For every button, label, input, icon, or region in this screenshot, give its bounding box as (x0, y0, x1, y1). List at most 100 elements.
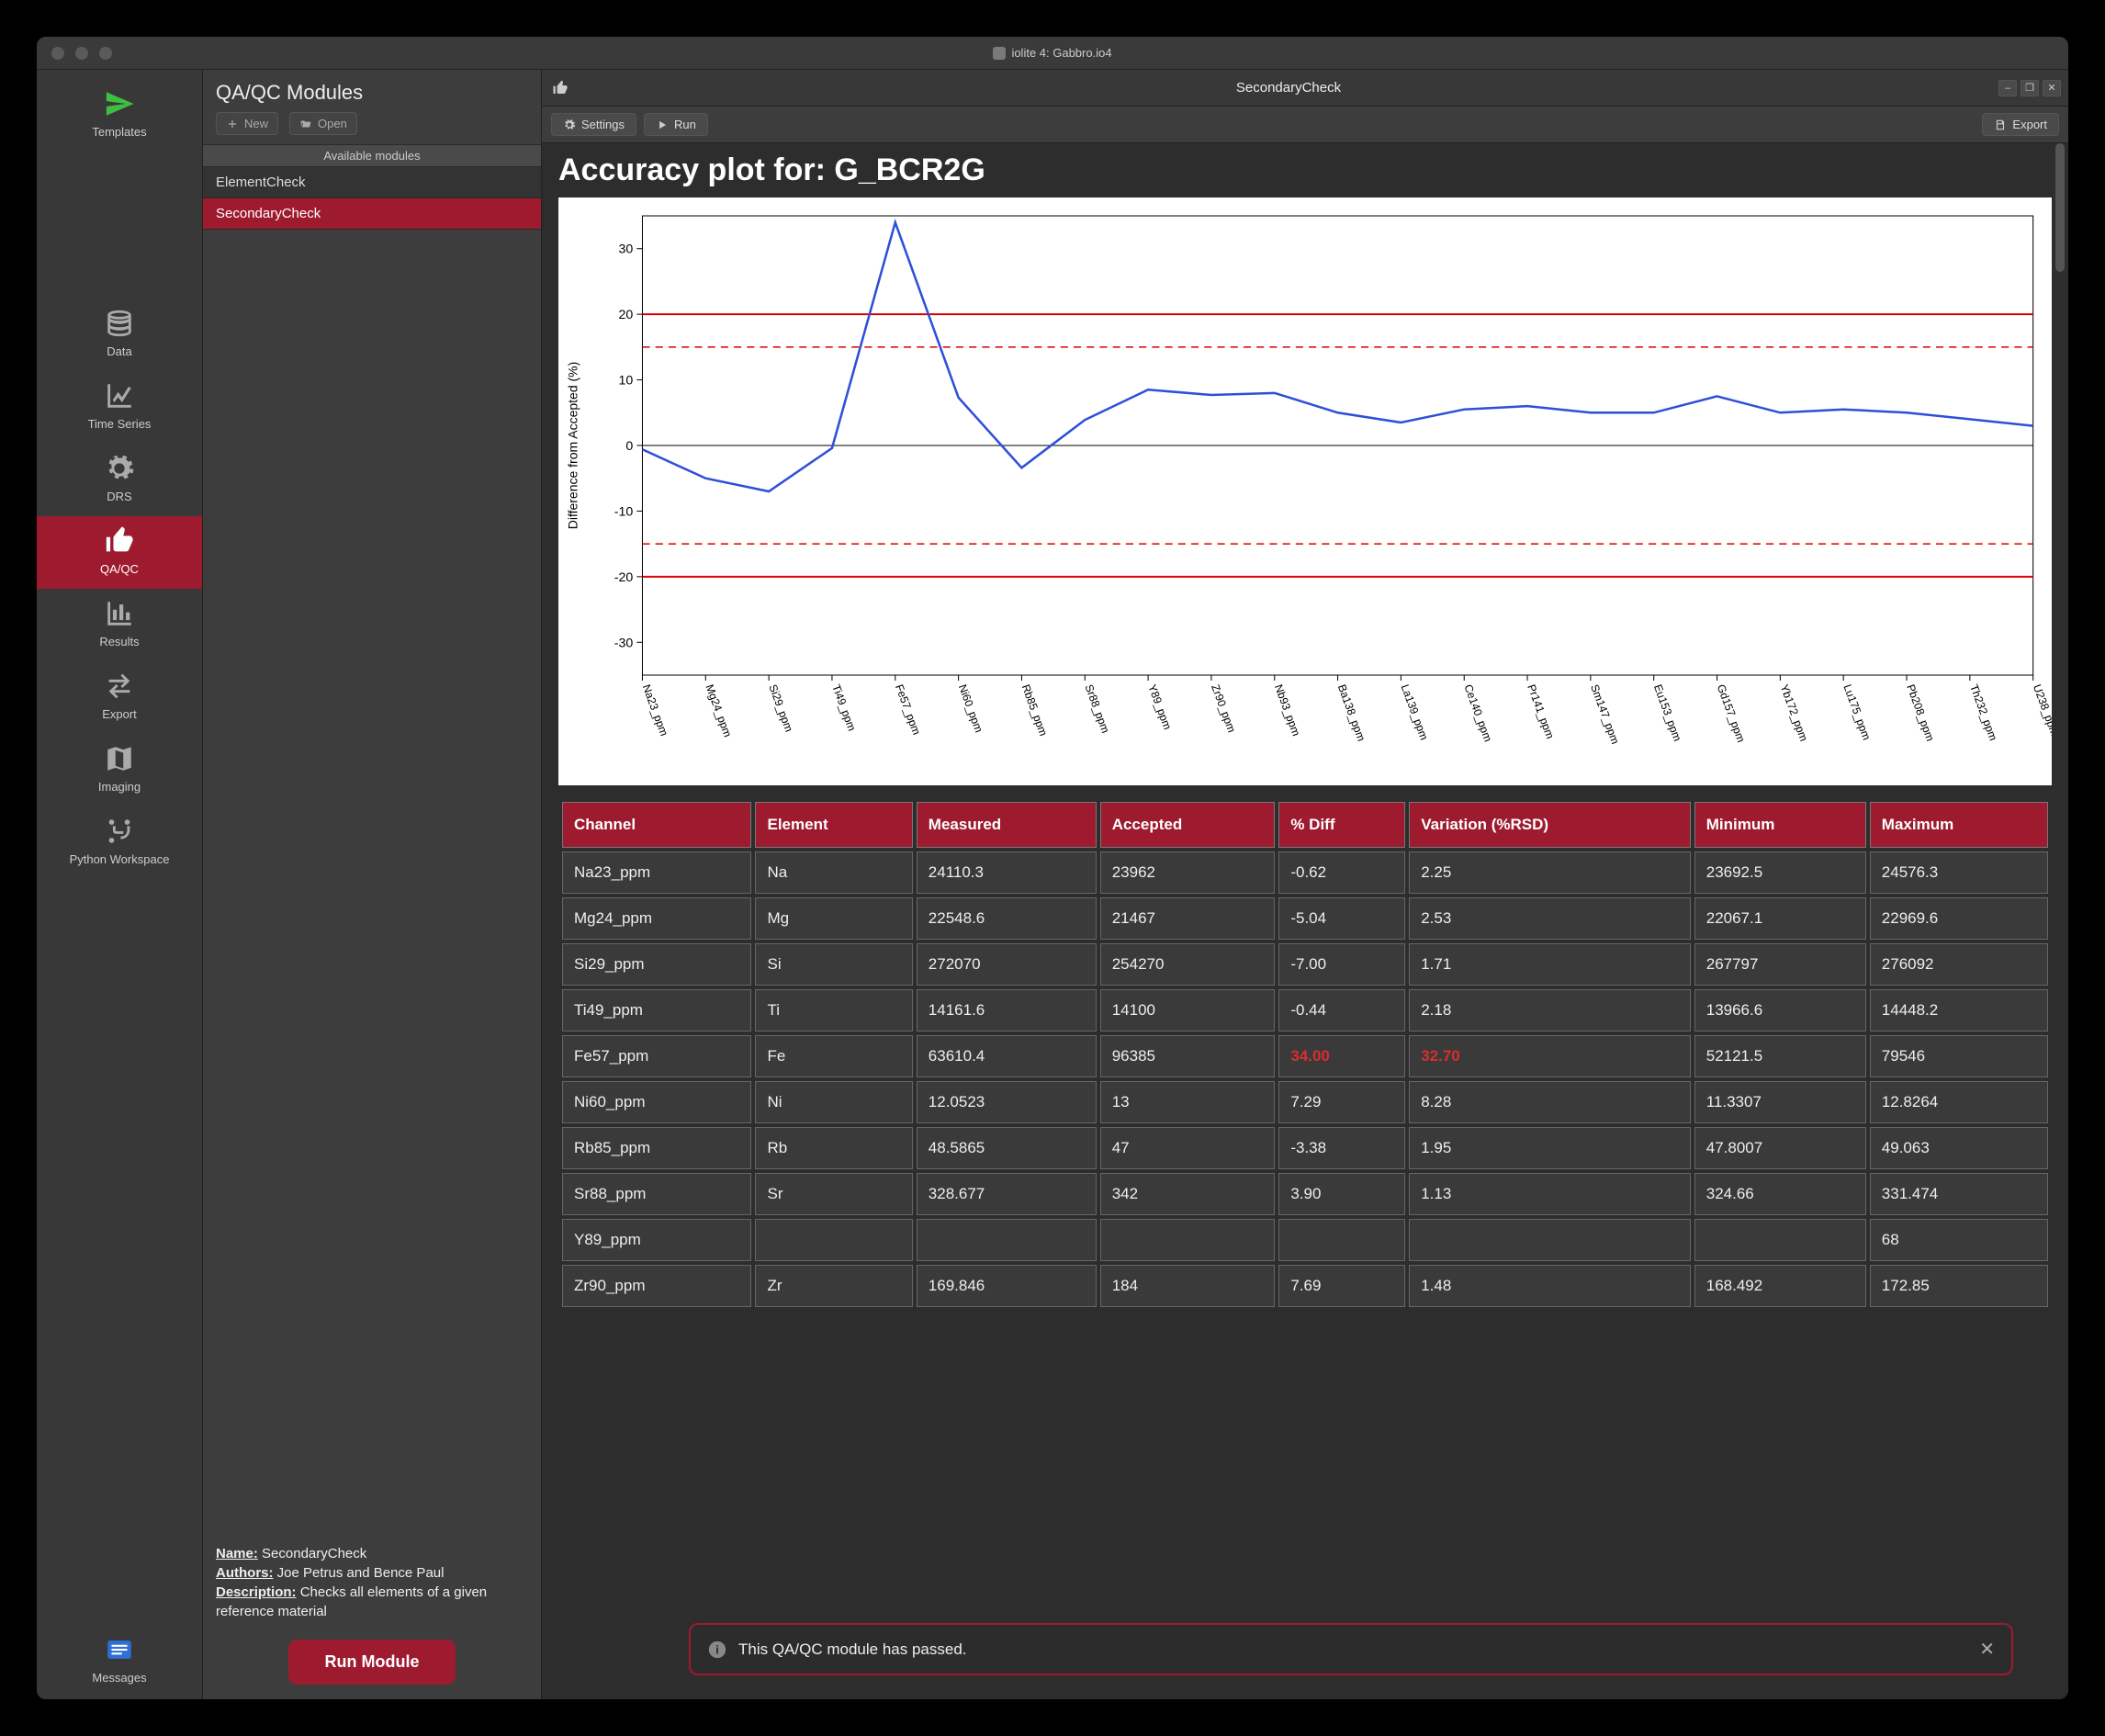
table-cell: 14100 (1100, 989, 1276, 1031)
svg-text:Nb93_ppm: Nb93_ppm (1272, 682, 1303, 738)
table-cell: 2.18 (1409, 989, 1691, 1031)
scrollbar[interactable] (2055, 143, 2065, 272)
table-header: Accepted (1100, 802, 1276, 848)
table-row[interactable]: Si29_ppmSi272070254270-7.001.71267797276… (562, 943, 2048, 986)
table-cell: 267797 (1694, 943, 1866, 986)
maximize-window-icon[interactable] (99, 47, 112, 60)
table-header: Measured (917, 802, 1097, 848)
table-cell: Mg24_ppm (562, 897, 751, 940)
svg-text:Sr88_ppm: Sr88_ppm (1082, 682, 1111, 735)
button-label: Run (674, 118, 696, 131)
table-cell (1409, 1219, 1691, 1261)
svg-text:Pb208_ppm: Pb208_ppm (1904, 682, 1937, 742)
new-module-button[interactable]: New (216, 112, 278, 135)
run-button[interactable]: Run (644, 113, 708, 136)
button-label: New (244, 117, 268, 130)
table-cell: 22548.6 (917, 897, 1097, 940)
rail-item-python[interactable]: Python Workspace (37, 806, 202, 879)
app-window: iolite 4: Gabbro.io4 Templates Data Time… (37, 37, 2068, 1699)
svg-text:Lu175_ppm: Lu175_ppm (1840, 682, 1873, 741)
table-cell: 2.25 (1409, 851, 1691, 894)
table-cell: Y89_ppm (562, 1219, 751, 1261)
button-label: Open (318, 117, 347, 130)
pane-close-button[interactable]: ✕ (2043, 80, 2061, 96)
svg-text:i: i (715, 1642, 719, 1656)
close-window-icon[interactable] (51, 47, 64, 60)
rail-item-data[interactable]: Data (37, 299, 202, 371)
plus-icon (226, 118, 239, 130)
minimize-window-icon[interactable] (75, 47, 88, 60)
pane-minimize-button[interactable]: – (1998, 80, 2017, 96)
rail-item-timeseries[interactable]: Time Series (37, 371, 202, 444)
table-cell (755, 1219, 912, 1261)
module-item-elementcheck[interactable]: ElementCheck (203, 167, 541, 198)
pane-maximize-button[interactable]: ❐ (2021, 80, 2039, 96)
modules-panel: QA/QC Modules New Open Available modules… (202, 70, 542, 1699)
table-cell (917, 1219, 1097, 1261)
svg-text:Zr90_ppm: Zr90_ppm (1209, 682, 1238, 734)
table-cell: 3.90 (1278, 1173, 1405, 1215)
settings-button[interactable]: Settings (551, 113, 636, 136)
titlebar: iolite 4: Gabbro.io4 (37, 37, 2068, 70)
plot-title: Accuracy plot for: G_BCR2G (558, 152, 2052, 188)
svg-text:Ti49_ppm: Ti49_ppm (829, 682, 859, 732)
map-icon (104, 743, 135, 774)
table-row[interactable]: Sr88_ppmSr328.6773423.901.13324.66331.47… (562, 1173, 2048, 1215)
table-cell: Ni (755, 1081, 912, 1123)
table-cell: 22969.6 (1870, 897, 2048, 940)
rail-item-export[interactable]: Export (37, 661, 202, 734)
svg-text:Rb85_ppm: Rb85_ppm (1019, 682, 1051, 738)
table-cell: Zr90_ppm (562, 1265, 751, 1307)
rail-label: QA/QC (100, 562, 139, 576)
rail-item-qaqc[interactable]: QA/QC (37, 516, 202, 589)
svg-text:Pr141_ppm: Pr141_ppm (1525, 682, 1557, 740)
table-cell: 12.0523 (917, 1081, 1097, 1123)
svg-text:Difference from Accepted (%): Difference from Accepted (%) (565, 362, 580, 530)
table-row[interactable]: Ni60_ppmNi12.0523137.298.2811.330712.826… (562, 1081, 2048, 1123)
table-cell: 7.29 (1278, 1081, 1405, 1123)
info-desc-label: Description: (216, 1584, 297, 1600)
table-cell: 79546 (1870, 1035, 2048, 1077)
table-cell: 8.28 (1409, 1081, 1691, 1123)
table-cell: 331.474 (1870, 1173, 2048, 1215)
rail-item-drs[interactable]: DRS (37, 444, 202, 516)
transfer-icon (104, 671, 135, 702)
table-row[interactable]: Y89_ppm68 (562, 1219, 2048, 1261)
table-cell: -0.44 (1278, 989, 1405, 1031)
table-row[interactable]: Na23_ppmNa24110.323962-0.622.2523692.524… (562, 851, 2048, 894)
table-row[interactable]: Mg24_ppmMg22548.621467-5.042.5322067.122… (562, 897, 2048, 940)
table-cell: 47.8007 (1694, 1127, 1866, 1169)
svg-text:Si29_ppm: Si29_ppm (766, 682, 795, 733)
table-cell: 254270 (1100, 943, 1276, 986)
table-header: Variation (%RSD) (1409, 802, 1691, 848)
run-module-button[interactable]: Run Module (288, 1640, 456, 1685)
close-icon[interactable]: ✕ (1979, 1638, 1995, 1661)
table-cell: 11.3307 (1694, 1081, 1866, 1123)
svg-text:Eu153_ppm: Eu153_ppm (1651, 682, 1684, 742)
table-cell: Rb (755, 1127, 912, 1169)
module-item-secondarycheck[interactable]: SecondaryCheck (203, 198, 541, 230)
gear-icon (563, 118, 576, 131)
svg-text:-30: -30 (614, 635, 634, 649)
rail-item-imaging[interactable]: Imaging (37, 734, 202, 806)
rail-label: Messages (92, 1671, 146, 1685)
chart-line-icon (104, 380, 135, 411)
rail-item-templates[interactable]: Templates (37, 79, 202, 152)
export-button[interactable]: Export (1982, 113, 2059, 136)
svg-text:Ba138_ppm: Ba138_ppm (1335, 682, 1368, 742)
table-cell (1100, 1219, 1276, 1261)
save-icon (1994, 118, 2007, 131)
table-cell: 23962 (1100, 851, 1276, 894)
table-row[interactable]: Zr90_ppmZr169.8461847.691.48168.492172.8… (562, 1265, 2048, 1307)
svg-text:Mg24_ppm: Mg24_ppm (703, 682, 734, 738)
rail-label: Templates (92, 125, 146, 139)
open-module-button[interactable]: Open (289, 112, 357, 135)
table-cell: 52121.5 (1694, 1035, 1866, 1077)
table-cell: -7.00 (1278, 943, 1405, 986)
rail-item-messages[interactable]: Messages (37, 1625, 202, 1690)
svg-text:-10: -10 (614, 504, 634, 519)
rail-item-results[interactable]: Results (37, 589, 202, 661)
table-row[interactable]: Fe57_ppmFe63610.49638534.0032.7052121.57… (562, 1035, 2048, 1077)
table-row[interactable]: Rb85_ppmRb48.586547-3.381.9547.800749.06… (562, 1127, 2048, 1169)
table-row[interactable]: Ti49_ppmTi14161.614100-0.442.1813966.614… (562, 989, 2048, 1031)
